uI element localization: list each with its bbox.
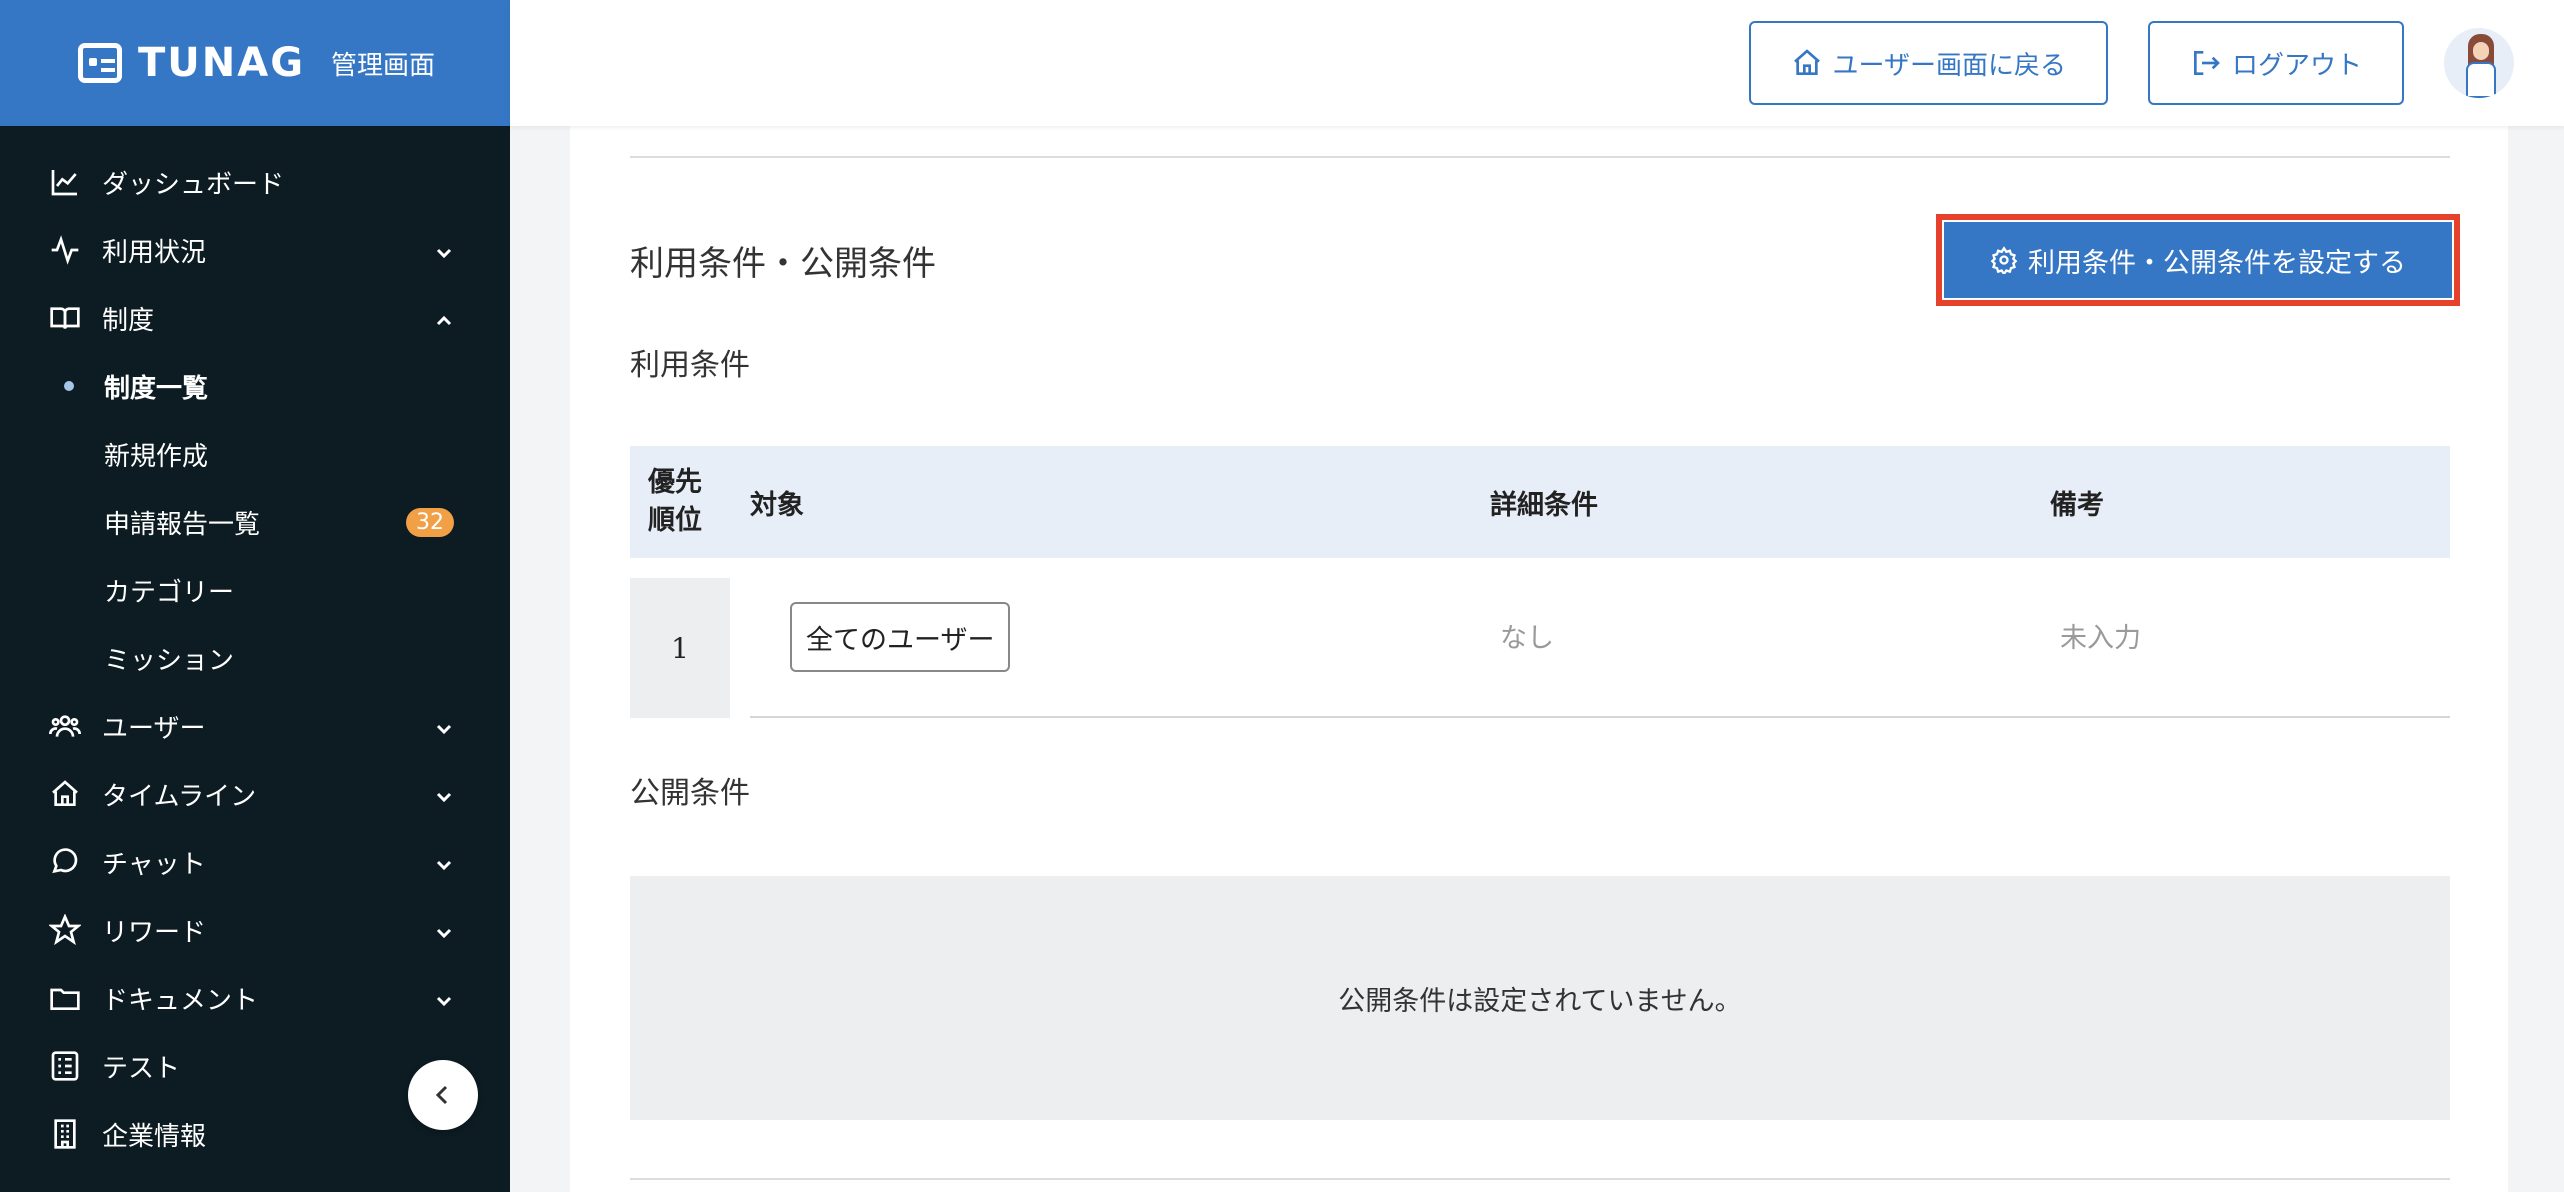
count-badge: 32 [406,507,454,537]
sidebar-subitem-new[interactable]: 新規作成 [0,420,510,488]
usage-conditions-title: 利用条件 [630,348,750,383]
book-icon [48,301,82,335]
avatar[interactable] [2444,28,2514,98]
home-icon [1793,49,1820,75]
gear-icon [1990,246,2018,274]
sidebar-item-label: リワード [102,917,207,948]
pulse-icon [48,233,82,267]
sidebar-item-label: ドキュメント [102,985,259,1016]
brand-bar: TUNAG 管理画面 [0,0,510,126]
chevron-down-icon [434,716,454,736]
sidebar-item-label: ダッシュボード [102,169,285,200]
section-title: 利用条件・公開条件 [630,244,936,284]
sidebar-item-label: ユーザー [102,713,206,744]
sidebar-item-document[interactable]: ドキュメント [0,964,510,1032]
sidebar-subitem-category[interactable]: カテゴリー [0,556,510,624]
chevron-down-icon [434,240,454,260]
sidebar-item-reward[interactable]: リワード [0,896,510,964]
chevron-up-icon [434,308,454,328]
header-note: 備考 [2050,489,2104,521]
priority-cell: 1 [630,578,730,718]
detail-cell: なし [1500,623,1554,654]
sidebar-item-usage[interactable]: 利用状況 [0,216,510,284]
sidebar-subitem-label: 新規作成 [104,441,209,472]
sidebar-item-label: テスト [102,1053,181,1084]
home-icon [48,777,82,811]
divider [630,1178,2450,1180]
main-content: 利用条件・公開条件 利用条件・公開条件を設定する 利用条件 優先 順位 対象 詳… [570,126,2508,1192]
active-dot-icon [64,381,74,391]
avatar-body [2466,62,2496,98]
row-divider [750,716,2450,718]
sidebar-subitem-label: 申請報告一覧 [104,509,261,540]
sidebar-item-label: 利用状況 [102,237,207,268]
empty-message: 公開条件は設定されていません。 [1338,985,1742,1017]
top-header: ユーザー画面に戻る ログアウト [510,0,2564,126]
star-icon [48,913,82,947]
chevron-left-icon [435,1085,448,1105]
building-icon [48,1117,82,1151]
sidebar-subitem-reports[interactable]: 申請報告一覧 32 [0,488,510,556]
set-conditions-button[interactable]: 利用条件・公開条件を設定する [1944,222,2452,298]
chevron-down-icon [434,852,454,872]
sidebar-item-system[interactable]: 制度 [0,284,510,352]
set-conditions-label: 利用条件・公開条件を設定する [2028,247,2406,279]
logout-icon [2193,51,2220,75]
brand-subtitle: 管理画面 [331,50,436,81]
brand-name: TUNAG [138,40,306,86]
back-to-user-screen-button[interactable]: ユーザー画面に戻る [1748,21,2108,105]
sidebar-item-label: タイムライン [102,781,257,812]
sidebar-subitem-label: カテゴリー [104,577,235,608]
chart-line-icon [48,165,82,199]
sidebar-item-users[interactable]: ユーザー [0,692,510,760]
table-row: 1 全てのユーザー なし 未入力 [630,578,2450,718]
sidebar-item-timeline[interactable]: タイムライン [0,760,510,828]
sidebar-subitem-mission[interactable]: ミッション [0,624,510,692]
chevron-down-icon [434,920,454,940]
public-conditions-empty: 公開条件は設定されていません。 [630,876,2450,1120]
highlight-frame: 利用条件・公開条件を設定する [1936,214,2460,306]
avatar-face [2473,42,2489,60]
tunag-logo-icon [78,43,122,83]
sidebar-subitem-system-list[interactable]: 制度一覧 [0,352,510,420]
sidebar-item-label: チャット [102,849,206,880]
sidebar-item-label: 企業情報 [102,1121,207,1152]
divider [630,156,2450,158]
sidebar-item-label: 制度 [102,305,155,336]
brand-logo[interactable]: TUNAG 管理画面 [78,40,435,86]
chevron-down-icon [434,988,454,1008]
sidebar-subitem-label: ミッション [104,645,235,676]
public-conditions-title: 公開条件 [630,776,750,811]
chat-icon [48,845,82,879]
sidebar-item-chat[interactable]: チャット [0,828,510,896]
conditions-table-header: 優先 順位 対象 詳細条件 備考 [630,446,2450,558]
note-cell: 未入力 [2060,623,2141,654]
sidebar-subitem-label: 制度一覧 [104,373,209,404]
checklist-icon [48,1049,82,1083]
sidebar-item-dashboard[interactable]: ダッシュボード [0,148,510,216]
chevron-down-icon [434,784,454,804]
header-target: 対象 [750,489,804,521]
logout-label: ログアウト [2231,50,2362,81]
logout-button[interactable]: ログアウト [2147,21,2404,105]
users-icon [48,709,82,743]
sidebar: TUNAG 管理画面 ダッシュボード 利用状況 制度 制度一覧 新規作成 申請報… [0,0,510,1192]
folder-icon [48,981,82,1015]
sidebar-nav: ダッシュボード 利用状況 制度 制度一覧 新規作成 申請報告一覧 32 カテゴリ… [0,126,510,1168]
collapse-sidebar-button[interactable] [408,1060,478,1130]
back-label: ユーザー画面に戻る [1832,50,2066,81]
header-detail: 詳細条件 [1490,489,1598,521]
target-chip[interactable]: 全てのユーザー [790,602,1011,672]
header-priority: 優先 順位 [648,467,702,536]
